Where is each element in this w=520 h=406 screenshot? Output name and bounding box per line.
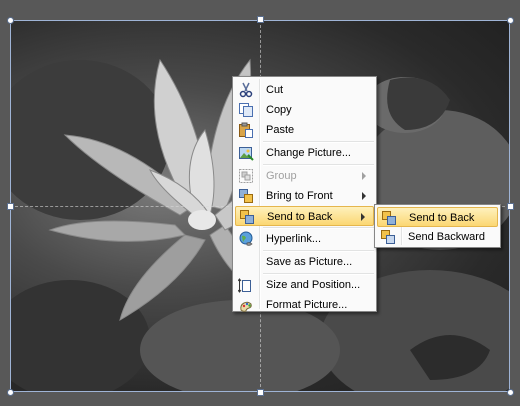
send-to-back-submenu: Send to Back Send Backward — [374, 204, 501, 248]
send-to-back-icon — [240, 210, 254, 224]
menu-item-label: Send to Back — [409, 212, 475, 224]
submenu-item-send-backward[interactable]: Send Backward — [377, 227, 498, 247]
menu-item-label: Hyperlink... — [266, 233, 322, 245]
bring-to-front-icon — [239, 189, 253, 203]
group-icon — [239, 169, 253, 183]
resize-handle-top-left[interactable] — [7, 17, 14, 24]
menu-item-hyperlink[interactable]: Hyperlink... — [235, 229, 374, 249]
menu-item-save-as-picture[interactable]: Save as Picture... — [235, 252, 374, 272]
menu-item-label: Save as Picture... — [266, 256, 353, 268]
resize-handle-right[interactable] — [507, 203, 514, 210]
resize-handle-left[interactable] — [7, 203, 14, 210]
resize-handle-bottom-left[interactable] — [7, 389, 14, 396]
menu-item-change-picture[interactable]: Change Picture... — [235, 143, 374, 163]
menu-item-copy[interactable]: Copy — [235, 100, 374, 120]
save-as-picture-icon — [238, 254, 254, 270]
format-picture-icon — [240, 301, 252, 312]
globe-link-icon — [239, 231, 253, 246]
submenu-arrow-icon — [362, 192, 366, 200]
send-backward-icon — [381, 230, 395, 244]
menu-item-label: Cut — [266, 84, 284, 96]
menu-item-bring-to-front[interactable]: Bring to Front — [235, 186, 374, 206]
submenu-item-send-to-back[interactable]: Send to Back — [377, 207, 498, 227]
submenu-arrow-icon — [362, 172, 366, 180]
send-to-back-icon — [382, 211, 396, 225]
menu-item-label: Format Picture... — [266, 299, 348, 311]
scissors-icon — [239, 82, 253, 98]
submenu-arrow-icon — [361, 213, 365, 221]
menu-item-label: Bring to Front — [266, 190, 333, 202]
size-position-icon — [238, 278, 251, 293]
menu-item-label: Send Backward — [408, 231, 486, 243]
change-picture-icon — [239, 147, 254, 161]
clipboard-paste-icon — [239, 122, 253, 138]
menu-item-label: Paste — [266, 124, 295, 136]
menu-item-label: Group — [266, 170, 297, 182]
copy-icon — [239, 103, 253, 117]
menu-item-group[interactable]: Group — [235, 166, 374, 186]
menu-item-paste[interactable]: Paste — [235, 120, 374, 140]
menu-item-cut[interactable]: Cut — [235, 80, 374, 100]
menu-item-label: Copy — [266, 104, 292, 116]
menu-item-send-to-back[interactable]: Send to Back — [235, 206, 374, 226]
menu-item-label: Send to Back — [267, 211, 333, 223]
resize-handle-bottom[interactable] — [257, 389, 264, 396]
context-menu: Cut Copy Paste Change Picture... Group B… — [232, 76, 377, 312]
menu-item-label: Change Picture... — [266, 147, 351, 159]
menu-item-format-picture[interactable]: Format Picture... — [235, 295, 374, 315]
resize-handle-top-right[interactable] — [507, 17, 514, 24]
menu-item-size-and-position[interactable]: Size and Position... — [235, 275, 374, 295]
resize-handle-top[interactable] — [257, 16, 264, 23]
resize-handle-bottom-right[interactable] — [507, 389, 514, 396]
menu-item-label: Size and Position... — [266, 279, 361, 291]
